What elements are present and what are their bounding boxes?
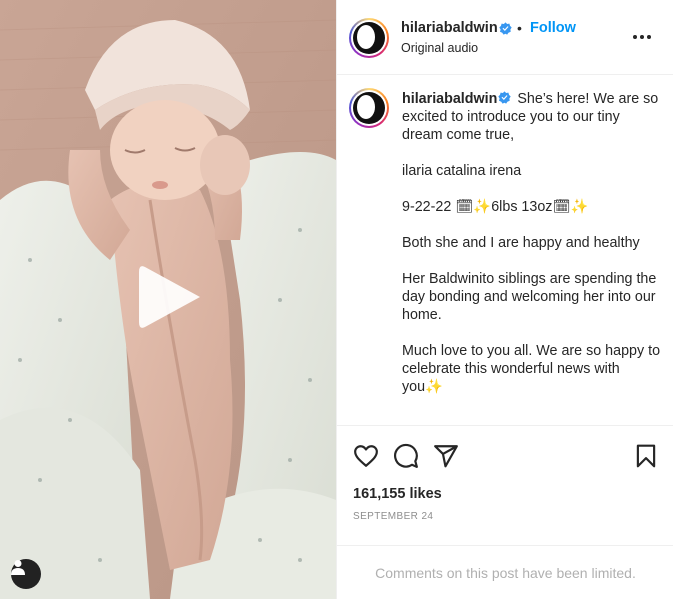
calendar-emoji-icon: 🗓 — [455, 199, 474, 215]
likes-count[interactable]: 161,155 likes — [353, 486, 442, 502]
follow-button[interactable]: Follow — [530, 20, 576, 36]
sparkles-emoji-icon: ✨ — [570, 199, 589, 215]
comment-icon[interactable] — [393, 443, 419, 469]
comments-limited-notice: Comments on this post have been limited. — [337, 545, 673, 599]
post-header: hilariabaldwin • Follow Original audio — [337, 0, 673, 75]
play-icon — [139, 266, 200, 328]
sparkles-emoji-icon: ✨ — [425, 379, 443, 395]
more-options-icon[interactable] — [633, 30, 653, 44]
profile-picture — [353, 92, 385, 124]
post-actions: 161,155 likes SEPTEMBER 24 — [337, 425, 673, 545]
share-icon[interactable] — [433, 443, 459, 469]
instagram-post: hilariabaldwin • Follow Original audio h… — [0, 0, 673, 599]
caption-avatar[interactable] — [349, 88, 389, 128]
play-button[interactable] — [135, 262, 205, 332]
birth-date: 9-22-22 — [402, 199, 452, 215]
baby-name: ilaria catalina irena — [402, 163, 522, 179]
like-heart-icon[interactable] — [353, 443, 379, 469]
audio-link[interactable]: Original audio — [401, 41, 478, 55]
profile-picture — [353, 22, 385, 54]
post-date[interactable]: SEPTEMBER 24 — [353, 511, 433, 522]
caption-username[interactable]: hilariabaldwin — [402, 91, 497, 107]
header-username[interactable]: hilariabaldwin — [401, 20, 498, 36]
verified-badge-icon — [499, 22, 512, 35]
user-tag-icon — [11, 560, 25, 575]
verified-badge-icon — [498, 91, 512, 104]
caption-siblings: Her Baldwinito siblings are spending the… — [402, 271, 657, 323]
separator-dot: • — [517, 20, 522, 36]
save-bookmark-icon[interactable] — [633, 443, 659, 469]
caption-health: Both she and I are happy and healthy — [402, 235, 640, 251]
birth-weight: 6lbs 13oz — [491, 199, 553, 215]
avatar[interactable] — [349, 18, 389, 58]
post-media[interactable] — [0, 0, 336, 599]
caption-text: hilariabaldwin She’s here! We are so exc… — [402, 90, 664, 414]
scale-emoji-icon: 🗓 — [552, 199, 571, 215]
caption-area: hilariabaldwin She’s here! We are so exc… — [337, 75, 673, 425]
post-side-panel: hilariabaldwin • Follow Original audio h… — [336, 0, 673, 599]
tagged-users-button[interactable] — [11, 559, 41, 589]
sparkles-emoji-icon: ✨ — [473, 199, 492, 215]
